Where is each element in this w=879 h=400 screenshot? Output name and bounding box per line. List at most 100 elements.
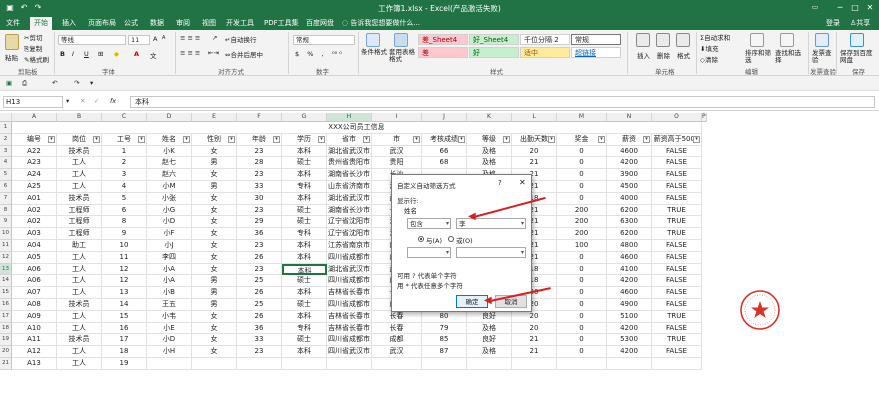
delete-cells-icon[interactable]	[656, 33, 670, 47]
qat-customize-icon[interactable]: ▾	[90, 79, 93, 87]
qat-print-icon[interactable]: ⎙	[22, 79, 27, 88]
style-good[interactable]: 好	[469, 47, 519, 58]
table-cell[interactable]: A09	[12, 310, 57, 323]
table-cell[interactable]: 工人	[57, 322, 102, 335]
table-cell[interactable]: 工人	[57, 169, 102, 181]
table-cell[interactable]: 5	[102, 192, 147, 205]
table-cell[interactable]: 男	[192, 299, 237, 311]
table-cell[interactable]: 6200	[607, 204, 652, 217]
table-cell[interactable]: 0	[557, 287, 607, 299]
table-cell[interactable]: 8	[102, 216, 147, 229]
table-cell[interactable]: 贵阳	[372, 157, 422, 170]
table-cell[interactable]: 工人	[57, 287, 102, 299]
table-cell[interactable]: 20	[512, 145, 557, 158]
table-cell[interactable]: 女	[192, 263, 237, 276]
table-cell[interactable]: 赵七	[147, 157, 192, 170]
number-format-select[interactable]: 常规	[293, 35, 355, 45]
format-cells-button[interactable]: 格式	[677, 50, 690, 60]
style-normal[interactable]: 常规	[571, 34, 621, 45]
table-cell[interactable]: TRUE	[652, 204, 702, 217]
row-header[interactable]: 16	[0, 299, 12, 311]
table-cell[interactable]: 李四	[147, 251, 192, 264]
table-cell[interactable]: 0	[557, 251, 607, 264]
table-cell[interactable]: 0	[557, 346, 607, 358]
table-cell[interactable]: 本科	[282, 145, 327, 158]
decimal-icons[interactable]: ⁰⁰ ⁰	[332, 50, 342, 58]
table-cell[interactable]: 本科	[282, 251, 327, 264]
table-cell[interactable]: 助工	[57, 240, 102, 252]
column-header[interactable]: H	[327, 113, 372, 122]
italic-button[interactable]: I	[72, 50, 74, 58]
table-cell[interactable]: 33	[237, 181, 282, 193]
table-cell[interactable]: 工人	[57, 346, 102, 358]
table-cell[interactable]: 21	[512, 334, 557, 347]
table-cell[interactable]: A06	[12, 263, 57, 276]
table-format-button[interactable]: 套用表格格式	[389, 49, 417, 63]
table-cell[interactable]: A02	[12, 216, 57, 229]
sort-filter-icon[interactable]	[750, 33, 764, 47]
table-cell[interactable]: 23	[237, 145, 282, 158]
table-cell[interactable]: 4200	[607, 322, 652, 335]
table-cell[interactable]: A02	[12, 204, 57, 217]
table-cell[interactable]: 工人	[57, 275, 102, 288]
table-cell[interactable]: 200	[557, 228, 607, 240]
column-header[interactable]: M	[557, 113, 607, 122]
table-cell[interactable]	[467, 358, 512, 370]
table-cell[interactable]: 4600	[607, 251, 652, 264]
table-cell[interactable]: 吉林省长春市	[327, 287, 372, 299]
login-link[interactable]: 登录	[822, 17, 844, 30]
table-cell[interactable]	[282, 358, 327, 370]
table-cell[interactable]: TRUE	[652, 334, 702, 347]
table-cell[interactable]: 33	[237, 334, 282, 347]
style-good-sheet4[interactable]: 好_Sheet4	[469, 34, 519, 45]
table-cell[interactable]: 12	[102, 275, 147, 288]
row-header[interactable]: 11	[0, 240, 12, 252]
table-cell[interactable]: 4100	[607, 263, 652, 276]
table-cell[interactable]: 及格	[467, 145, 512, 158]
tab-home[interactable]: 开始	[30, 17, 52, 30]
table-cell[interactable]: 工人	[57, 181, 102, 193]
table-cell[interactable]: 0	[557, 334, 607, 347]
delete-cells-button[interactable]: 删除	[657, 50, 670, 60]
table-cell[interactable]: 四川省成都市	[327, 334, 372, 347]
table-cell[interactable]: 硕士	[282, 216, 327, 229]
filter-dropdown-icon[interactable]: ▾	[548, 135, 555, 143]
table-cell[interactable]: 技术员	[57, 334, 102, 347]
table-cell[interactable]: 0	[557, 299, 607, 311]
table-cell[interactable]: FALSE	[652, 145, 702, 158]
table-cell[interactable]	[327, 358, 372, 370]
table-cell[interactable]: 小F	[147, 228, 192, 240]
table-cell[interactable]: 女	[192, 322, 237, 335]
table-cell[interactable]: 3	[102, 169, 147, 181]
table-cell[interactable]: 4600	[607, 287, 652, 299]
table-cell[interactable]: 23	[237, 263, 282, 276]
row-header[interactable]: 7	[0, 192, 12, 205]
baidu-cloud-icon[interactable]	[850, 33, 864, 47]
row-header[interactable]: 19	[0, 334, 12, 347]
table-cell[interactable]: 女	[192, 310, 237, 323]
table-cell[interactable]: 本科	[282, 310, 327, 323]
cut-button[interactable]: ✂剪切	[24, 32, 42, 42]
table-cell[interactable]: 6	[102, 204, 147, 217]
table-cell[interactable]: 21	[512, 346, 557, 358]
table-cell[interactable]: A06	[12, 275, 57, 288]
autosum-button[interactable]: Σ自动求和	[700, 32, 730, 42]
tab-developer[interactable]: 开发工具	[222, 17, 258, 30]
conditional-format-icon[interactable]	[366, 33, 380, 47]
table-cell[interactable]: FALSE	[652, 263, 702, 276]
table-cell[interactable]: FALSE	[652, 346, 702, 358]
table-cell[interactable]: A23	[12, 157, 57, 170]
insert-cells-button[interactable]: 插入	[637, 50, 650, 60]
border-icon[interactable]: ⊞	[98, 50, 103, 58]
wrap-text-button[interactable]: ↵自动换行	[225, 34, 256, 44]
table-cell[interactable]: 辽宁省沈阳市	[327, 228, 372, 240]
table-format-icon[interactable]	[394, 33, 408, 47]
table-cell[interactable]: 专科	[282, 322, 327, 335]
table-cell[interactable]: 本科	[282, 192, 327, 205]
column-header[interactable]: N	[607, 113, 652, 122]
column-header[interactable]: O	[652, 113, 702, 122]
bold-button[interactable]: B	[60, 50, 65, 58]
table-cell[interactable]: 小韦	[147, 310, 192, 323]
table-cell[interactable]: 21	[512, 157, 557, 170]
value1-input[interactable]: 李 ▾	[456, 218, 526, 229]
